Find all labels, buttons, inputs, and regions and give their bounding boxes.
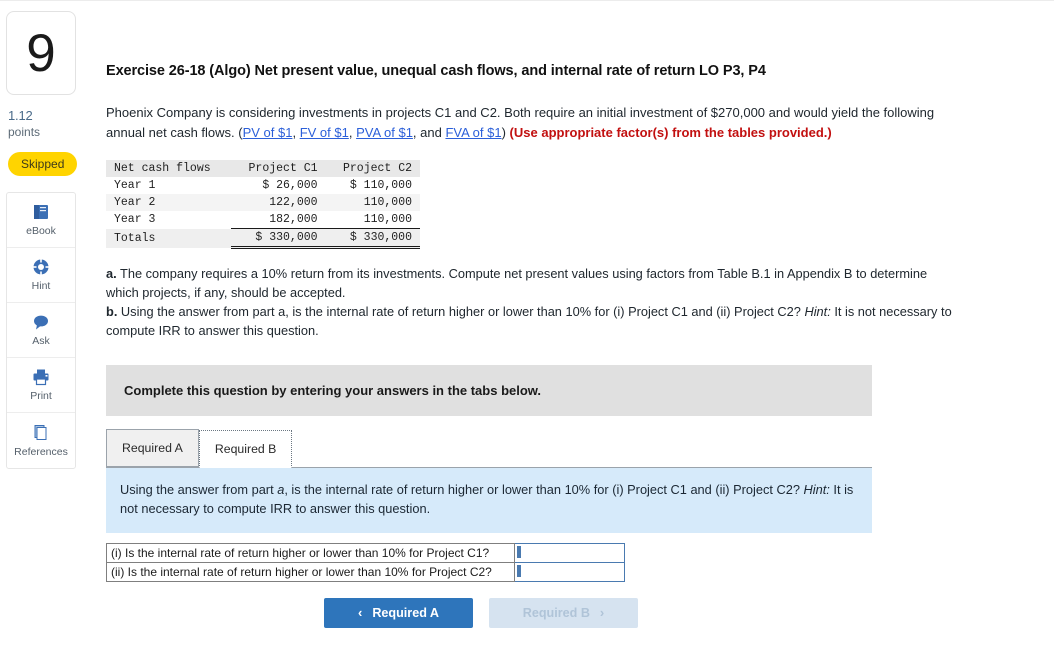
tool-references[interactable]: References — [7, 413, 75, 468]
text-caret-icon — [517, 564, 521, 577]
instructions-banner: Complete this question by entering your … — [106, 364, 872, 416]
tool-ebook[interactable]: eBook — [7, 193, 75, 248]
row-c2: 110,000 — [363, 196, 412, 209]
book-icon — [31, 202, 51, 222]
link-fva-of-1[interactable]: FVA of $1 — [445, 125, 501, 140]
row-label: Year 1 — [114, 179, 156, 192]
chevron-right-icon: › — [599, 605, 605, 621]
cash-flow-table: Net cash flows Project C1 Project C2 Yea… — [106, 160, 420, 249]
tab-bar: Required A Required B — [106, 428, 872, 468]
col-header-label: Net cash flows — [106, 160, 232, 177]
row-label: Year 3 — [114, 213, 156, 227]
left-rail: 9 1.12 points Skipped eBook Hint Ask Pri… — [6, 11, 78, 469]
question-number: 9 — [26, 23, 56, 83]
text-caret-icon — [517, 545, 521, 558]
answer-question-ii: (ii) Is the internal rate of return high… — [106, 561, 515, 582]
chat-bubble-icon — [31, 312, 51, 332]
status-badge: Skipped — [8, 151, 78, 176]
table-row: Year 3 182,000 110,000 — [106, 211, 420, 229]
next-required-b-button[interactable]: Required B › — [489, 597, 638, 628]
tab-navigation: ‹ Required A Required B › — [324, 597, 1046, 628]
tool-print-label: Print — [30, 390, 52, 403]
part-b-hint-label: Hint: — [804, 303, 831, 319]
tool-panel: eBook Hint Ask Print References — [6, 191, 76, 469]
intro-paragraph: Phoenix Company is considering investmen… — [106, 103, 958, 142]
answer-table: (i) Is the internal rate of return highe… — [106, 542, 625, 582]
intro-text-2: ) — [501, 124, 510, 140]
lifebuoy-icon — [31, 257, 51, 277]
main-content: Exercise 26-18 (Algo) Net present value,… — [106, 1, 1046, 628]
col-header-c2: Project C2 — [325, 160, 420, 177]
tool-ebook-label: eBook — [26, 225, 56, 238]
part-b-marker: b. — [106, 303, 118, 319]
answer-cell-i[interactable] — [514, 542, 625, 563]
instruction-hint-label: Hint: — [803, 481, 830, 497]
tab-required-b-label: Required B — [214, 441, 277, 456]
chevron-left-icon: ‹ — [357, 605, 363, 621]
instruction-text-2: , is the internal rate of return higher … — [284, 481, 804, 497]
answer-input-ii[interactable] — [515, 562, 624, 581]
row-c2: $ 110,000 — [349, 179, 412, 192]
answer-row: (ii) Is the internal rate of return high… — [106, 561, 625, 582]
row-c2: 110,000 — [325, 211, 420, 229]
link-pva-of-1[interactable]: PVA of $1 — [356, 125, 413, 140]
intro-sep-1: , — [292, 124, 300, 140]
col-header-c1: Project C1 — [231, 160, 326, 177]
row-label: Year 2 — [114, 196, 156, 209]
table-totals-row: Totals $ 330,000 $ 330,000 — [106, 228, 420, 249]
exercise-page: 9 1.12 points Skipped eBook Hint Ask Pri… — [0, 0, 1054, 655]
stacked-pages-icon — [31, 423, 51, 443]
points-value: 1.12 — [8, 108, 33, 123]
tab-required-b[interactable]: Required B — [198, 429, 293, 468]
tool-print[interactable]: Print — [7, 358, 75, 413]
prev-button-label: Required A — [372, 605, 440, 620]
part-a-text: The company requires a 10% return from i… — [106, 266, 928, 300]
tab-instruction-panel: Using the answer from part a, is the int… — [106, 467, 872, 533]
row-c1: 182,000 — [231, 211, 326, 229]
table-header-row: Net cash flows Project C1 Project C2 — [106, 160, 420, 177]
tool-ask-label: Ask — [32, 335, 50, 348]
answer-question-i: (i) Is the internal rate of return highe… — [106, 542, 515, 563]
printer-icon — [31, 367, 51, 387]
totals-c1: $ 330,000 — [231, 228, 326, 249]
answer-cell-ii[interactable] — [514, 561, 625, 582]
intro-sep-3: , and — [412, 124, 446, 140]
link-pv-of-1[interactable]: PV of $1 — [243, 125, 293, 140]
tool-references-label: References — [14, 445, 68, 458]
totals-label: Totals — [114, 231, 156, 245]
row-c1: 122,000 — [269, 196, 318, 209]
intro-emphasis: (Use appropriate factor(s) from the tabl… — [509, 124, 832, 140]
totals-c2: $ 330,000 — [325, 228, 420, 249]
instruction-text-1: Using the answer from part — [120, 481, 278, 497]
tool-ask[interactable]: Ask — [7, 303, 75, 358]
table-row: Year 2 122,000 110,000 — [106, 194, 420, 211]
part-a-marker: a. — [106, 266, 117, 281]
page-title: Exercise 26-18 (Algo) Net present value,… — [106, 63, 766, 79]
points-label: points — [8, 124, 41, 139]
tool-hint-label: Hint — [31, 280, 51, 293]
parts-paragraph: a. The company requires a 10% return fro… — [106, 265, 954, 341]
part-b-text-1: Using the answer from part a, is the int… — [117, 303, 805, 319]
link-fv-of-1[interactable]: FV of $1 — [300, 125, 349, 140]
answer-input-i[interactable] — [515, 543, 624, 562]
answer-row: (i) Is the internal rate of return highe… — [106, 542, 625, 563]
points-block: 1.12 points — [6, 108, 78, 141]
intro-sep-2: , — [348, 124, 357, 140]
tab-required-a-label: Required A — [122, 440, 183, 455]
next-button-label: Required B — [522, 605, 590, 620]
table-row: Year 1 $ 26,000 $ 110,000 — [106, 177, 420, 194]
row-c1: $ 26,000 — [262, 179, 318, 192]
tab-required-a[interactable]: Required A — [106, 428, 199, 467]
tool-hint[interactable]: Hint — [7, 248, 75, 303]
question-number-box: 9 — [6, 11, 76, 95]
prev-required-a-button[interactable]: ‹ Required A — [324, 597, 473, 628]
